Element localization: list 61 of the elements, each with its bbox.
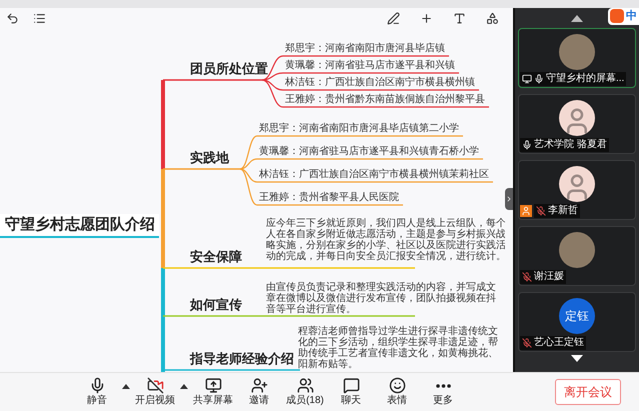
pen-button[interactable] (385, 10, 402, 27)
text-icon (453, 12, 466, 25)
topic-note: 由宣传员负责记录和整理实践活动的内容，并写成文章在微博以及微信进行发布宣传，团队拍摄视频在抖音等平台进行宣传。 (266, 282, 497, 315)
participant-name: 艺术学院 骆夏君 (534, 139, 607, 151)
topic-node[interactable]: 团员所处位置 (190, 61, 268, 77)
panel-toggle-button[interactable] (505, 188, 513, 210)
topic-note: 程蓉洁老师曾指导过学生进行探寻非遗传统文化的三下乡活动，组织学生探寻非遗足迹，帮助传统手工艺者宣传非遗文化，如黄梅挑花、阳新布贴等。 (298, 326, 499, 370)
leaf-node[interactable]: 郑思宇：河南省南阳市唐河县毕店镇第二小学 (259, 123, 459, 135)
pen-icon (387, 12, 400, 25)
screen-share-icon (204, 377, 222, 394)
smiley-icon (388, 377, 406, 394)
toolbar-button[interactable]: 开启视频 (132, 377, 178, 407)
photo-placeholder (559, 34, 595, 70)
toolbar-button[interactable]: 静音 (74, 377, 120, 407)
topic-note: 应今年三下乡就近原则，我们四人是线上云组队，每个人在各自家乡附近做志愿活动，主题是参与乡村振兴战略实施，分别在家乡的小学、社区以及医院进行实践活动的完成，并每日向安全员汇报安全情况，进行统计。 (266, 218, 506, 262)
leaf-node[interactable]: 郑思宇：河南省南阳市唐河县毕店镇 (285, 43, 445, 55)
shapes-icon (486, 12, 499, 25)
scroll-up-icon[interactable] (571, 14, 583, 22)
participant-name: 守望乡村的屏幕... (546, 73, 624, 85)
toolbar-button[interactable]: 更多 (420, 378, 466, 406)
shapes-button[interactable] (484, 10, 501, 27)
leaf-node[interactable]: 黄珮馨：河南省驻马店市遂平县和兴镇青石桥小学 (259, 146, 479, 158)
participant-name: 艺心王定钰 (534, 337, 584, 349)
participant-name: 李新哲 (548, 205, 578, 217)
video-tile[interactable]: 艺术学院 骆夏君 (518, 94, 636, 154)
leaf-node[interactable]: 王雅婷：贵州省黎平县人民医院 (259, 192, 399, 204)
root-node[interactable]: 守望乡村志愿团队介绍 (0, 214, 159, 238)
undo-icon (6, 12, 19, 25)
chat-bubble-icon (342, 377, 360, 394)
video-tile[interactable]: 李新哲 (518, 160, 636, 220)
leave-meeting-button[interactable]: 离开会议 (555, 379, 621, 405)
chevron-right-icon (505, 195, 513, 203)
topic-node[interactable]: 实践地 (190, 150, 229, 166)
toolbar-button[interactable]: 表情 (374, 377, 420, 407)
topic-node[interactable]: 安全保障 (190, 249, 242, 265)
leaf-node[interactable]: 林洁钰：广西壮族自治区南宁市横县横州镇茉莉社区 (259, 169, 489, 181)
video-tile[interactable]: 守望乡村的屏幕... (518, 28, 636, 88)
leaf-node[interactable]: 林洁钰：广西壮族自治区南宁市横县横州镇 (285, 77, 475, 89)
ime-logo-icon (610, 9, 624, 24)
more-icon (436, 384, 450, 388)
toolbar-button[interactable]: 共享屏幕 (190, 377, 236, 407)
avatar-initials: 定钰 (559, 298, 595, 334)
caret-icon[interactable] (122, 384, 130, 388)
video-tile[interactable]: 谢汪媛 (518, 226, 636, 286)
add-user-icon (250, 377, 268, 394)
list-icon (33, 12, 46, 25)
photo-placeholder (559, 232, 595, 268)
plus-icon (420, 12, 433, 25)
camera-off-icon (146, 377, 164, 394)
topic-node[interactable]: 指导老师经验介绍 (190, 351, 294, 367)
caret-icon[interactable] (180, 384, 188, 388)
toolbar-button[interactable]: 聊天 (328, 377, 374, 407)
toolbar-button[interactable]: 成员(18) (282, 377, 328, 407)
topic-node[interactable]: 如何宣传 (190, 297, 242, 313)
leaf-node[interactable]: 王雅婷：贵州省黔东南苗族侗族自治州黎平县 (285, 94, 485, 106)
video-tile[interactable]: 定钰 艺心王定钰 (518, 292, 636, 352)
participant-name: 谢汪媛 (534, 271, 564, 283)
people-icon (296, 377, 314, 394)
leaf-node[interactable]: 黄珮馨：河南省驻马店市遂平县和兴镇 (285, 60, 455, 72)
scroll-down-icon[interactable] (571, 354, 583, 362)
toolbar-button[interactable]: 邀请 (236, 377, 282, 407)
